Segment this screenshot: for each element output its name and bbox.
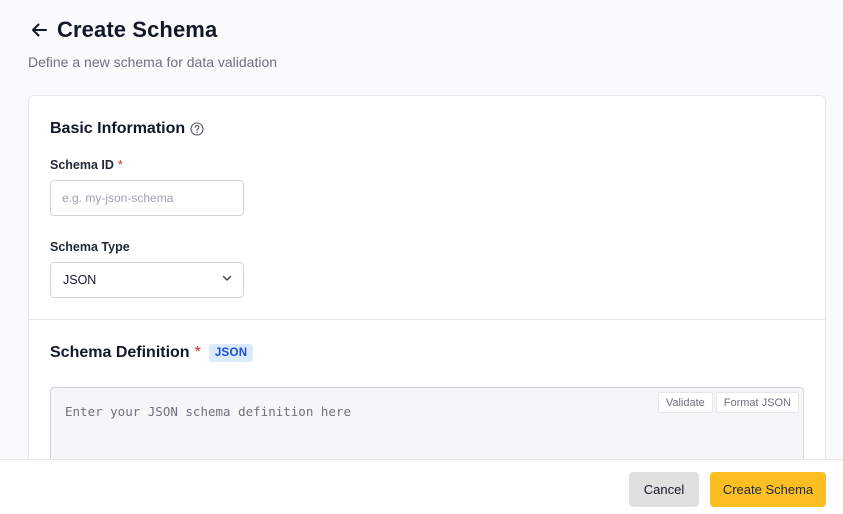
question-circle-icon[interactable] <box>190 122 204 136</box>
schema-form-card: Basic Information Schema ID* Schema Type… <box>28 95 826 475</box>
page-header: Create Schema Define a new schema for da… <box>28 16 277 70</box>
page-title: Create Schema <box>57 17 218 42</box>
schema-type-badge: JSON <box>208 344 254 362</box>
cancel-button[interactable]: Cancel <box>629 472 699 507</box>
editor-placeholder: Enter your JSON schema definition here <box>65 404 351 419</box>
page-subtitle: Define a new schema for data validation <box>28 54 278 70</box>
title-row: Create Schema <box>28 16 277 44</box>
arrow-left-icon[interactable] <box>28 19 50 41</box>
validate-button[interactable]: Validate <box>657 392 713 413</box>
schema-definition-header: Schema Definition * JSON <box>50 344 254 362</box>
schema-type-select[interactable]: JSON <box>50 262 244 298</box>
schema-id-input[interactable] <box>50 180 244 216</box>
schema-definition-section: Schema Definition * JSON Enter your JSON… <box>29 320 825 474</box>
schema-id-label: Schema ID * <box>50 158 123 172</box>
form-footer: Cancel Create Schema <box>0 459 843 514</box>
create-schema-button[interactable]: Create Schema <box>710 472 826 507</box>
chevron-down-icon <box>221 271 233 289</box>
required-mark: * <box>194 344 201 361</box>
basic-information-header: Basic Information <box>50 120 204 138</box>
schema-id-label-text: Schema ID <box>50 158 114 172</box>
section-title: Basic Information <box>50 120 186 137</box>
schema-type-value: JSON <box>63 273 97 287</box>
basic-information-section: Basic Information Schema ID* Schema Type… <box>29 96 825 320</box>
section-title: Schema Definition <box>50 344 190 361</box>
required-mark: * <box>117 158 123 172</box>
format-json-button[interactable]: Format JSON <box>715 392 799 413</box>
editor-toolbar: Validate Format JSON <box>657 392 799 413</box>
schema-type-label: Schema Type <box>50 240 130 254</box>
